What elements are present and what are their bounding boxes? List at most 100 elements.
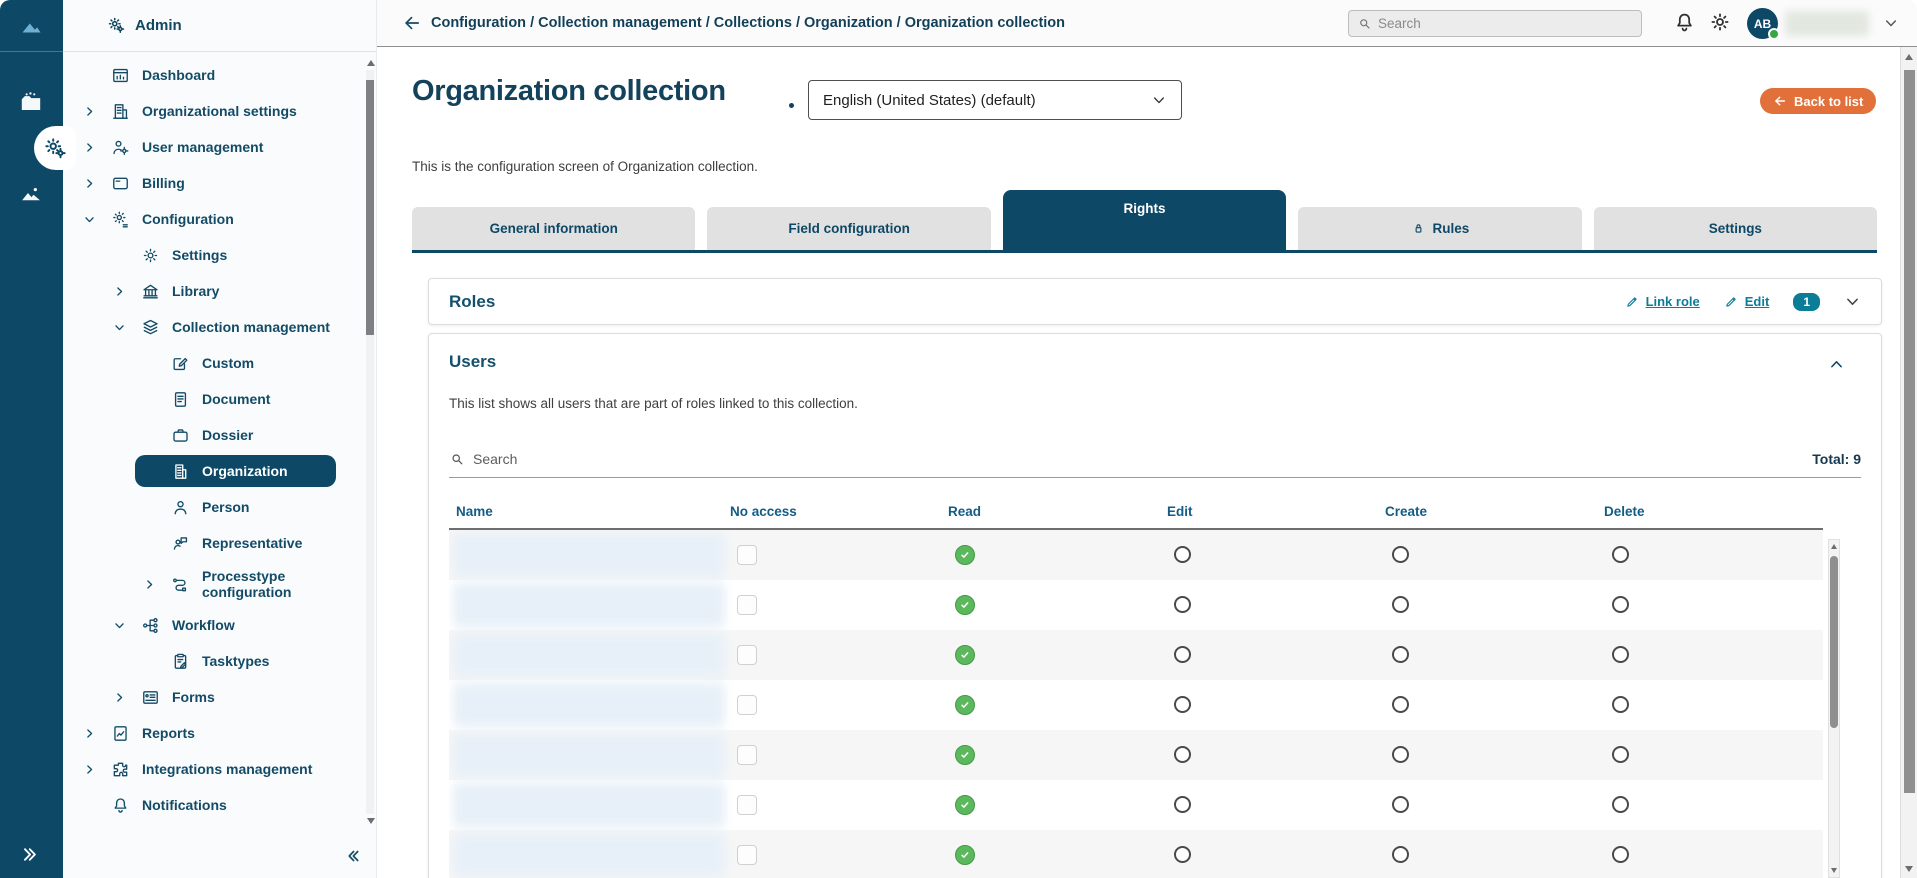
global-search-box[interactable]: [1348, 10, 1642, 37]
read-granted-icon[interactable]: [955, 645, 975, 665]
window-scrollbar-thumb[interactable]: [1904, 70, 1915, 793]
sidebar-item-library[interactable]: Library: [63, 273, 363, 309]
no-access-checkbox[interactable]: [737, 545, 757, 565]
tab-rules[interactable]: Rules: [1298, 207, 1581, 250]
sidebar-scroll-down-arrow[interactable]: [367, 818, 375, 824]
delete-radio[interactable]: [1612, 746, 1629, 763]
sidebar-item-dashboard[interactable]: Dashboard: [63, 57, 363, 93]
sidebar-item-document[interactable]: Document: [63, 381, 363, 417]
edit-radio[interactable]: [1174, 746, 1191, 763]
chevron-right-icon[interactable]: [143, 578, 171, 591]
create-radio[interactable]: [1392, 796, 1409, 813]
language-select[interactable]: English (United States) (default): [808, 80, 1182, 120]
tab-settings[interactable]: Settings: [1594, 207, 1877, 250]
edit-radio[interactable]: [1174, 696, 1191, 713]
admin-section-active-icon[interactable]: [34, 126, 76, 170]
no-access-checkbox[interactable]: [737, 595, 757, 615]
edit-radio[interactable]: [1174, 646, 1191, 663]
sidebar-item-person[interactable]: Person: [63, 489, 363, 525]
no-access-checkbox[interactable]: [737, 845, 757, 865]
expand-roles-chevron-icon[interactable]: [1844, 293, 1861, 310]
media-folder-icon[interactable]: [18, 90, 44, 121]
create-radio[interactable]: [1392, 846, 1409, 863]
read-granted-icon[interactable]: [955, 845, 975, 865]
sidebar-item-dossier[interactable]: Dossier: [63, 417, 363, 453]
edit-radio[interactable]: [1174, 796, 1191, 813]
sidebar-item-configuration[interactable]: Configuration: [63, 201, 363, 237]
read-granted-icon[interactable]: [955, 695, 975, 715]
sidebar-item-tasktypes[interactable]: Tasktypes: [63, 643, 363, 679]
link-role-button[interactable]: Link role: [1625, 294, 1700, 309]
sidebar-item-reports[interactable]: Reports: [63, 715, 363, 751]
edit-radio[interactable]: [1174, 596, 1191, 613]
sidebar-item-forms[interactable]: Forms: [63, 679, 363, 715]
sidebar-item-notifications[interactable]: Notifications: [63, 787, 363, 823]
sidebar-item-representative[interactable]: Representative: [63, 525, 363, 561]
sidebar-item-custom[interactable]: Custom: [63, 345, 363, 381]
create-radio[interactable]: [1392, 546, 1409, 563]
delete-radio[interactable]: [1612, 646, 1629, 663]
edit-radio[interactable]: [1174, 846, 1191, 863]
tab-field-configuration[interactable]: Field configuration: [707, 207, 990, 250]
notifications-bell-icon[interactable]: [1673, 11, 1696, 39]
brand-logo-icon[interactable]: [18, 15, 45, 47]
no-access-checkbox[interactable]: [737, 745, 757, 765]
delete-radio[interactable]: [1612, 546, 1629, 563]
edit-roles-button[interactable]: Edit: [1724, 294, 1770, 309]
sidebar-scrollbar-thumb[interactable]: [366, 80, 374, 335]
sidebar-item-workflow[interactable]: Workflow: [63, 607, 363, 643]
chevron-right-icon[interactable]: [83, 763, 111, 776]
sidebar-item-billing[interactable]: Billing: [63, 165, 363, 201]
sidebar-item-organization[interactable]: Organization: [63, 453, 363, 489]
expand-rail-icon[interactable]: [20, 844, 41, 870]
collapse-users-chevron-icon[interactable]: [1828, 356, 1845, 378]
sidebar-scroll-up-arrow[interactable]: [367, 60, 375, 66]
delete-radio[interactable]: [1612, 796, 1629, 813]
sidebar-item-organizational-settings[interactable]: Organizational settings: [63, 93, 363, 129]
read-granted-icon[interactable]: [955, 745, 975, 765]
mountain-app-icon[interactable]: [18, 182, 44, 213]
create-radio[interactable]: [1392, 746, 1409, 763]
chevron-down-icon[interactable]: [113, 321, 141, 334]
breadcrumb[interactable]: Configuration / Collection management / …: [431, 0, 1065, 46]
delete-radio[interactable]: [1612, 846, 1629, 863]
global-search-input[interactable]: [1378, 16, 1608, 31]
delete-radio[interactable]: [1612, 696, 1629, 713]
chevron-down-icon[interactable]: [83, 213, 111, 226]
chevron-right-icon[interactable]: [113, 285, 141, 298]
create-radio[interactable]: [1392, 696, 1409, 713]
edit-radio[interactable]: [1174, 546, 1191, 563]
tab-general-information[interactable]: General information: [412, 207, 695, 250]
chevron-right-icon[interactable]: [83, 177, 111, 190]
back-to-list-button[interactable]: Back to list: [1760, 88, 1876, 114]
users-search-input[interactable]: [473, 451, 1804, 467]
sidebar-item-collection-management[interactable]: Collection management: [63, 309, 363, 345]
read-granted-icon[interactable]: [955, 795, 975, 815]
settings-gear-icon[interactable]: [1708, 10, 1732, 39]
tab-rights[interactable]: Rights: [1003, 190, 1286, 250]
sidebar-item-user-management[interactable]: User management: [63, 129, 363, 165]
delete-radio[interactable]: [1612, 596, 1629, 613]
sidebar-item-integrations-management[interactable]: Integrations management: [63, 751, 363, 787]
user-menu-chevron-icon[interactable]: [1883, 15, 1899, 36]
read-granted-icon[interactable]: [955, 595, 975, 615]
create-radio[interactable]: [1392, 596, 1409, 613]
table-scroll-down-arrow[interactable]: [1831, 868, 1837, 873]
window-scroll-up-arrow[interactable]: [1905, 54, 1913, 60]
no-access-checkbox[interactable]: [737, 795, 757, 815]
table-scroll-up-arrow[interactable]: [1831, 544, 1837, 549]
no-access-checkbox[interactable]: [737, 695, 757, 715]
create-radio[interactable]: [1392, 646, 1409, 663]
collapse-sidebar-icon[interactable]: [344, 847, 362, 870]
back-arrow-icon[interactable]: [402, 13, 422, 38]
table-scrollbar-thumb[interactable]: [1830, 556, 1838, 728]
chevron-right-icon[interactable]: [113, 691, 141, 704]
chevron-right-icon[interactable]: [83, 141, 111, 154]
sidebar-item-processtype-configuration[interactable]: Processtype configuration: [63, 561, 363, 607]
no-access-checkbox[interactable]: [737, 645, 757, 665]
read-granted-icon[interactable]: [955, 545, 975, 565]
chevron-down-icon[interactable]: [113, 619, 141, 632]
window-scroll-down-arrow[interactable]: [1905, 866, 1913, 872]
chevron-right-icon[interactable]: [83, 727, 111, 740]
sidebar-item-settings[interactable]: Settings: [63, 237, 363, 273]
